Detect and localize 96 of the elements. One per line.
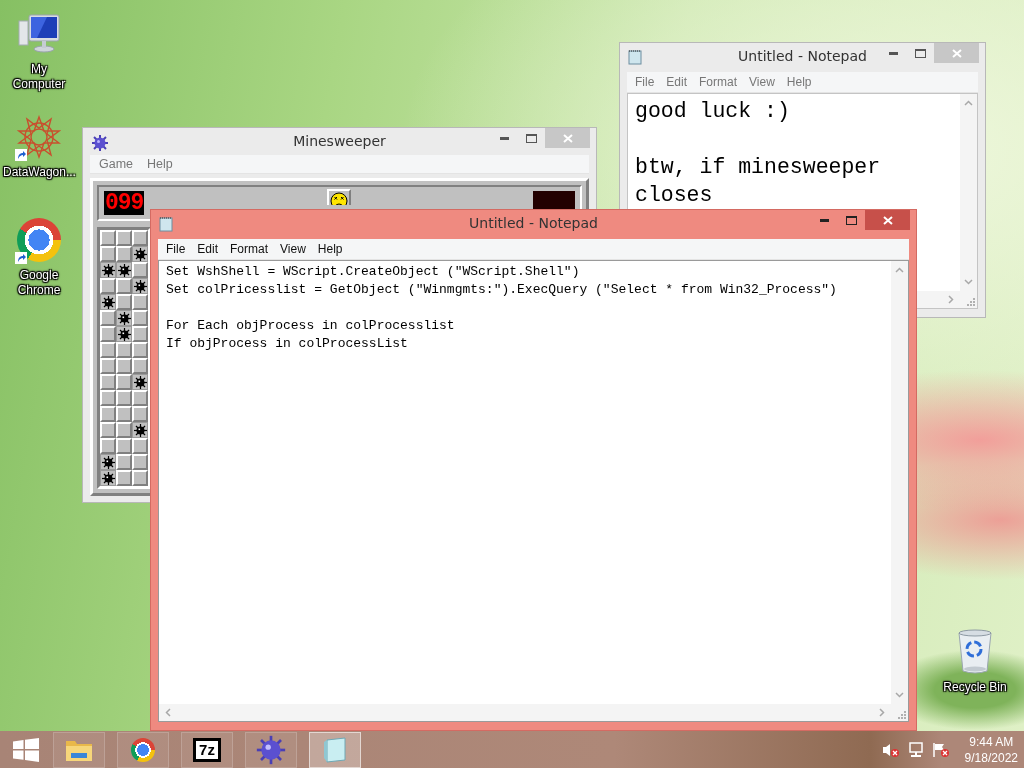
mine-icon (101, 263, 115, 277)
computer-icon[interactable] (17, 13, 61, 55)
menu-item[interactable]: View (743, 75, 781, 89)
minimize-icon (500, 136, 509, 140)
shortcut-arrow-icon (15, 252, 27, 264)
chevron-up-icon (964, 100, 973, 106)
clock-date[interactable]: 9/18/2022 (964, 749, 1018, 766)
resize-grip-icon[interactable] (966, 297, 975, 306)
icon-label: DataWagon... (3, 165, 75, 180)
menu-item[interactable]: Format (693, 75, 744, 89)
spiky-ball-icon (91, 134, 109, 152)
chevron-down-icon (895, 692, 904, 698)
close-icon (951, 48, 962, 58)
horizontal-scrollbar[interactable] (159, 704, 891, 721)
minefield-cell[interactable] (116, 262, 132, 278)
mine-icon (133, 375, 147, 389)
mine-icon (133, 247, 147, 261)
minimize-icon (889, 51, 898, 55)
chevron-up-icon (895, 267, 904, 273)
minefield-cell[interactable] (132, 278, 148, 294)
mine-icon (101, 295, 115, 309)
mine-icon (133, 279, 147, 293)
taskbar-button[interactable] (117, 731, 169, 768)
menu-item[interactable]: Game (92, 156, 141, 171)
notepad-icon (159, 216, 173, 232)
menu-item[interactable]: View (274, 242, 312, 256)
close-icon (882, 215, 893, 225)
network-icon[interactable] (906, 741, 925, 758)
menu-item[interactable]: Help (140, 156, 180, 171)
mine-counter: 099 (104, 191, 145, 215)
star-web-icon[interactable] (17, 115, 61, 159)
window-title: Untitled - Notepad (738, 48, 867, 64)
taskbar-button[interactable] (53, 731, 105, 768)
minefield-cell[interactable] (100, 262, 116, 278)
browser-icon (131, 737, 155, 762)
mine-icon (101, 471, 115, 485)
taskbar-button[interactable] (245, 731, 297, 768)
mine-icon (133, 423, 147, 437)
spiky-ball-icon (256, 734, 286, 765)
speaker-muted-icon[interactable] (881, 741, 900, 758)
chevron-left-icon (165, 708, 171, 717)
window-title: Untitled - Notepad (469, 215, 598, 231)
text-line: good luck :) (635, 98, 791, 125)
close-button[interactable] (865, 210, 910, 230)
code-line: Set colPricesslist = GetObject ("Winmgmts:").ExecQuery ("Select * from Win32_Process") (166, 281, 838, 299)
mine-icon (117, 263, 131, 277)
minefield-cell[interactable] (116, 310, 132, 326)
minefield-cell[interactable] (100, 454, 116, 470)
code-line: For Each objProcess in colProcesslist (166, 317, 456, 335)
icon-label: My Computer (11, 62, 67, 92)
menu-item[interactable]: Format (224, 242, 275, 256)
smiley-button[interactable] (326, 189, 351, 205)
icon-label: Google Chrome (16, 268, 62, 298)
taskbar-button[interactable]: 7z (181, 731, 233, 768)
clock-time[interactable]: 9:44 AM (969, 733, 1014, 750)
minefield-cell[interactable] (132, 246, 148, 262)
maximize-icon (846, 215, 857, 225)
shortcut-arrow-icon (15, 149, 27, 161)
mine-icon (101, 455, 115, 469)
vertical-scrollbar[interactable] (960, 94, 977, 291)
code-line: Set WshShell = WScript.CreateObject ("WScript.Shell") (166, 263, 581, 281)
menu-item[interactable]: Help (311, 242, 349, 256)
notepad-icon (321, 735, 349, 764)
minimize-icon (820, 218, 829, 222)
window-title: Minesweeper (293, 133, 386, 149)
maximize-icon (526, 133, 537, 143)
taskbar-button[interactable] (309, 731, 361, 768)
resize-grip-icon[interactable] (897, 710, 906, 719)
menu-item[interactable]: File (629, 75, 661, 89)
recycle-bin-icon[interactable] (955, 629, 995, 675)
minefield-cell[interactable] (132, 374, 148, 390)
minefield-cell[interactable] (100, 294, 116, 310)
notepad-icon (628, 49, 642, 65)
menu-item[interactable]: Edit (660, 75, 694, 89)
chevron-down-icon (964, 279, 973, 285)
vertical-scrollbar[interactable] (891, 261, 908, 704)
app-logo: 7z (193, 737, 221, 762)
mine-icon (117, 311, 131, 325)
browser-icon[interactable] (17, 218, 61, 262)
close-icon (562, 133, 573, 143)
text-line: closes (635, 182, 714, 209)
mine-icon (117, 327, 131, 341)
chevron-right-icon[interactable] (948, 295, 954, 304)
chevron-right-icon (879, 708, 885, 717)
icon-label: Recycle Bin (942, 680, 1008, 695)
menu-item[interactable]: File (160, 242, 192, 256)
menu-item[interactable]: Help (780, 75, 818, 89)
minefield-cell[interactable] (100, 470, 116, 486)
code-line: If objProcess in colProcessList (166, 335, 409, 353)
text-line: btw, if minesweeper (635, 154, 882, 181)
minefield-cell[interactable] (116, 326, 132, 342)
menu-item[interactable]: Edit (191, 242, 225, 256)
start-icon (13, 737, 39, 762)
maximize-icon (915, 48, 926, 58)
flag-icon[interactable] (931, 741, 950, 758)
minefield-cell[interactable] (132, 422, 148, 438)
